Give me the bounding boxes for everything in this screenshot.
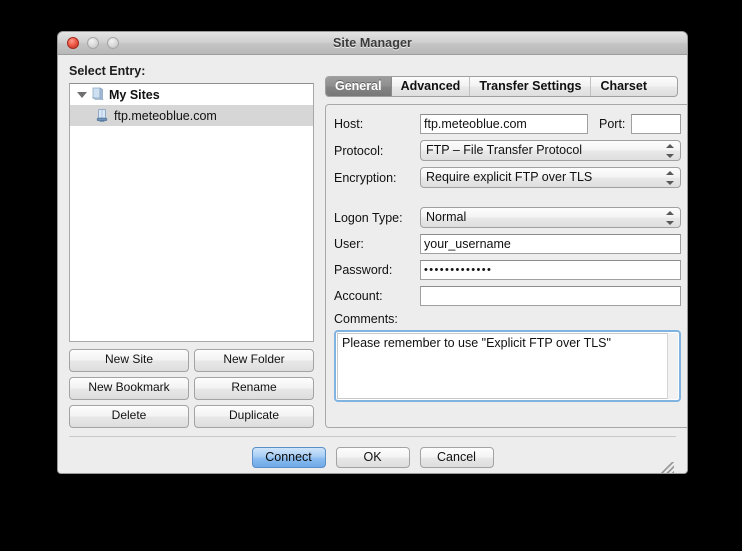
tab-charset[interactable]: Charset: [591, 77, 656, 96]
logon-type-select[interactable]: Normal: [420, 207, 682, 228]
new-site-button[interactable]: New Site: [69, 349, 189, 372]
delete-button[interactable]: Delete: [69, 405, 189, 428]
encryption-select[interactable]: Require explicit FTP over TLS: [420, 167, 682, 188]
window-title: Site Manager: [332, 36, 412, 50]
server-icon: [95, 108, 109, 123]
stepper-arrows-icon[interactable]: [666, 210, 675, 226]
resize-grip-icon[interactable]: [660, 462, 674, 473]
password-input[interactable]: •••••••••••••: [420, 260, 682, 280]
tree-item-ftp-meteoblue[interactable]: ftp.meteoblue.com: [70, 105, 313, 126]
dialog-footer: Connect OK Cancel: [69, 436, 676, 473]
port-label: Port:: [599, 117, 626, 131]
tree-item-label: ftp.meteoblue.com: [114, 108, 217, 123]
cancel-button[interactable]: Cancel: [419, 446, 494, 468]
content-row: Select Entry: My Sites ftp.meteoblue.com…: [58, 55, 687, 428]
user-row: User: your_username: [334, 234, 682, 254]
user-input[interactable]: your_username: [420, 234, 682, 254]
password-label: Password:: [334, 263, 393, 277]
account-row: Account:: [334, 286, 682, 306]
tab-transfer-settings[interactable]: Transfer Settings: [470, 77, 592, 96]
stepper-arrows-icon[interactable]: [666, 170, 675, 186]
comments-field-wrapper[interactable]: Please remember to use "Explicit FTP ove…: [334, 330, 682, 402]
window-titlebar[interactable]: Site Manager: [58, 32, 687, 55]
new-folder-button[interactable]: New Folder: [194, 349, 314, 372]
window-body: Select Entry: My Sites ftp.meteoblue.com…: [58, 55, 687, 473]
window-controls: [67, 37, 119, 49]
zoom-window-button[interactable]: [107, 37, 119, 49]
host-input[interactable]: ftp.meteoblue.com: [420, 114, 588, 134]
close-window-button[interactable]: [67, 37, 79, 49]
stepper-arrows-icon[interactable]: [666, 143, 675, 159]
connect-button[interactable]: Connect: [251, 446, 326, 468]
tab-general[interactable]: General: [326, 77, 392, 96]
host-row: Host: ftp.meteoblue.com Port:: [334, 114, 682, 134]
rename-button[interactable]: Rename: [194, 377, 314, 400]
select-entry-pane: Select Entry: My Sites ftp.meteoblue.com…: [69, 64, 314, 428]
protocol-row: Protocol: FTP – File Transfer Protocol: [334, 140, 682, 161]
logon-type-row: Logon Type: Normal: [334, 207, 682, 228]
logon-type-select-value: Normal: [426, 210, 467, 224]
select-entry-label: Select Entry:: [69, 64, 146, 78]
site-action-buttons: New Site New Folder New Bookmark Rename …: [69, 349, 314, 428]
chevron-down-icon[interactable]: [74, 91, 90, 98]
protocol-label: Protocol:: [334, 143, 384, 158]
logon-type-label: Logon Type:: [334, 210, 403, 225]
server-icon: [90, 87, 105, 102]
ok-button[interactable]: OK: [335, 446, 410, 468]
account-input[interactable]: [420, 286, 682, 306]
site-manager-window: Site Manager Select Entry: My Sites ftp.…: [57, 31, 688, 474]
screen: Site Manager Select Entry: My Sites ftp.…: [0, 0, 742, 551]
encryption-row: Encryption: Require explicit FTP over TL…: [334, 167, 682, 188]
section-divider: [334, 194, 681, 207]
tree-item-my-sites[interactable]: My Sites: [70, 84, 313, 105]
general-tab-panel: Host: ftp.meteoblue.com Port: Protocol: …: [325, 104, 687, 428]
comments-label: Comments:: [334, 312, 398, 326]
settings-pane: General Advanced Transfer Settings Chars…: [325, 64, 687, 428]
comments-scrollbar[interactable]: [667, 333, 679, 399]
tab-advanced[interactable]: Advanced: [392, 77, 471, 96]
comments-textarea[interactable]: Please remember to use "Explicit FTP ove…: [337, 333, 679, 399]
host-label: Host:: [334, 117, 364, 131]
protocol-select-value: FTP – File Transfer Protocol: [426, 143, 583, 157]
account-label: Account:: [334, 289, 383, 303]
encryption-select-value: Require explicit FTP over TLS: [426, 170, 593, 184]
settings-tabbar: General Advanced Transfer Settings Chars…: [325, 76, 678, 97]
user-label: User:: [334, 237, 364, 251]
new-bookmark-button[interactable]: New Bookmark: [69, 377, 189, 400]
site-tree[interactable]: My Sites ftp.meteoblue.com: [69, 83, 314, 342]
encryption-label: Encryption:: [334, 170, 397, 185]
port-input[interactable]: [631, 114, 682, 134]
tree-item-label: My Sites: [109, 87, 160, 102]
minimize-window-button[interactable]: [87, 37, 99, 49]
duplicate-button[interactable]: Duplicate: [194, 405, 314, 428]
protocol-select[interactable]: FTP – File Transfer Protocol: [420, 140, 682, 161]
password-row: Password: •••••••••••••: [334, 260, 682, 280]
